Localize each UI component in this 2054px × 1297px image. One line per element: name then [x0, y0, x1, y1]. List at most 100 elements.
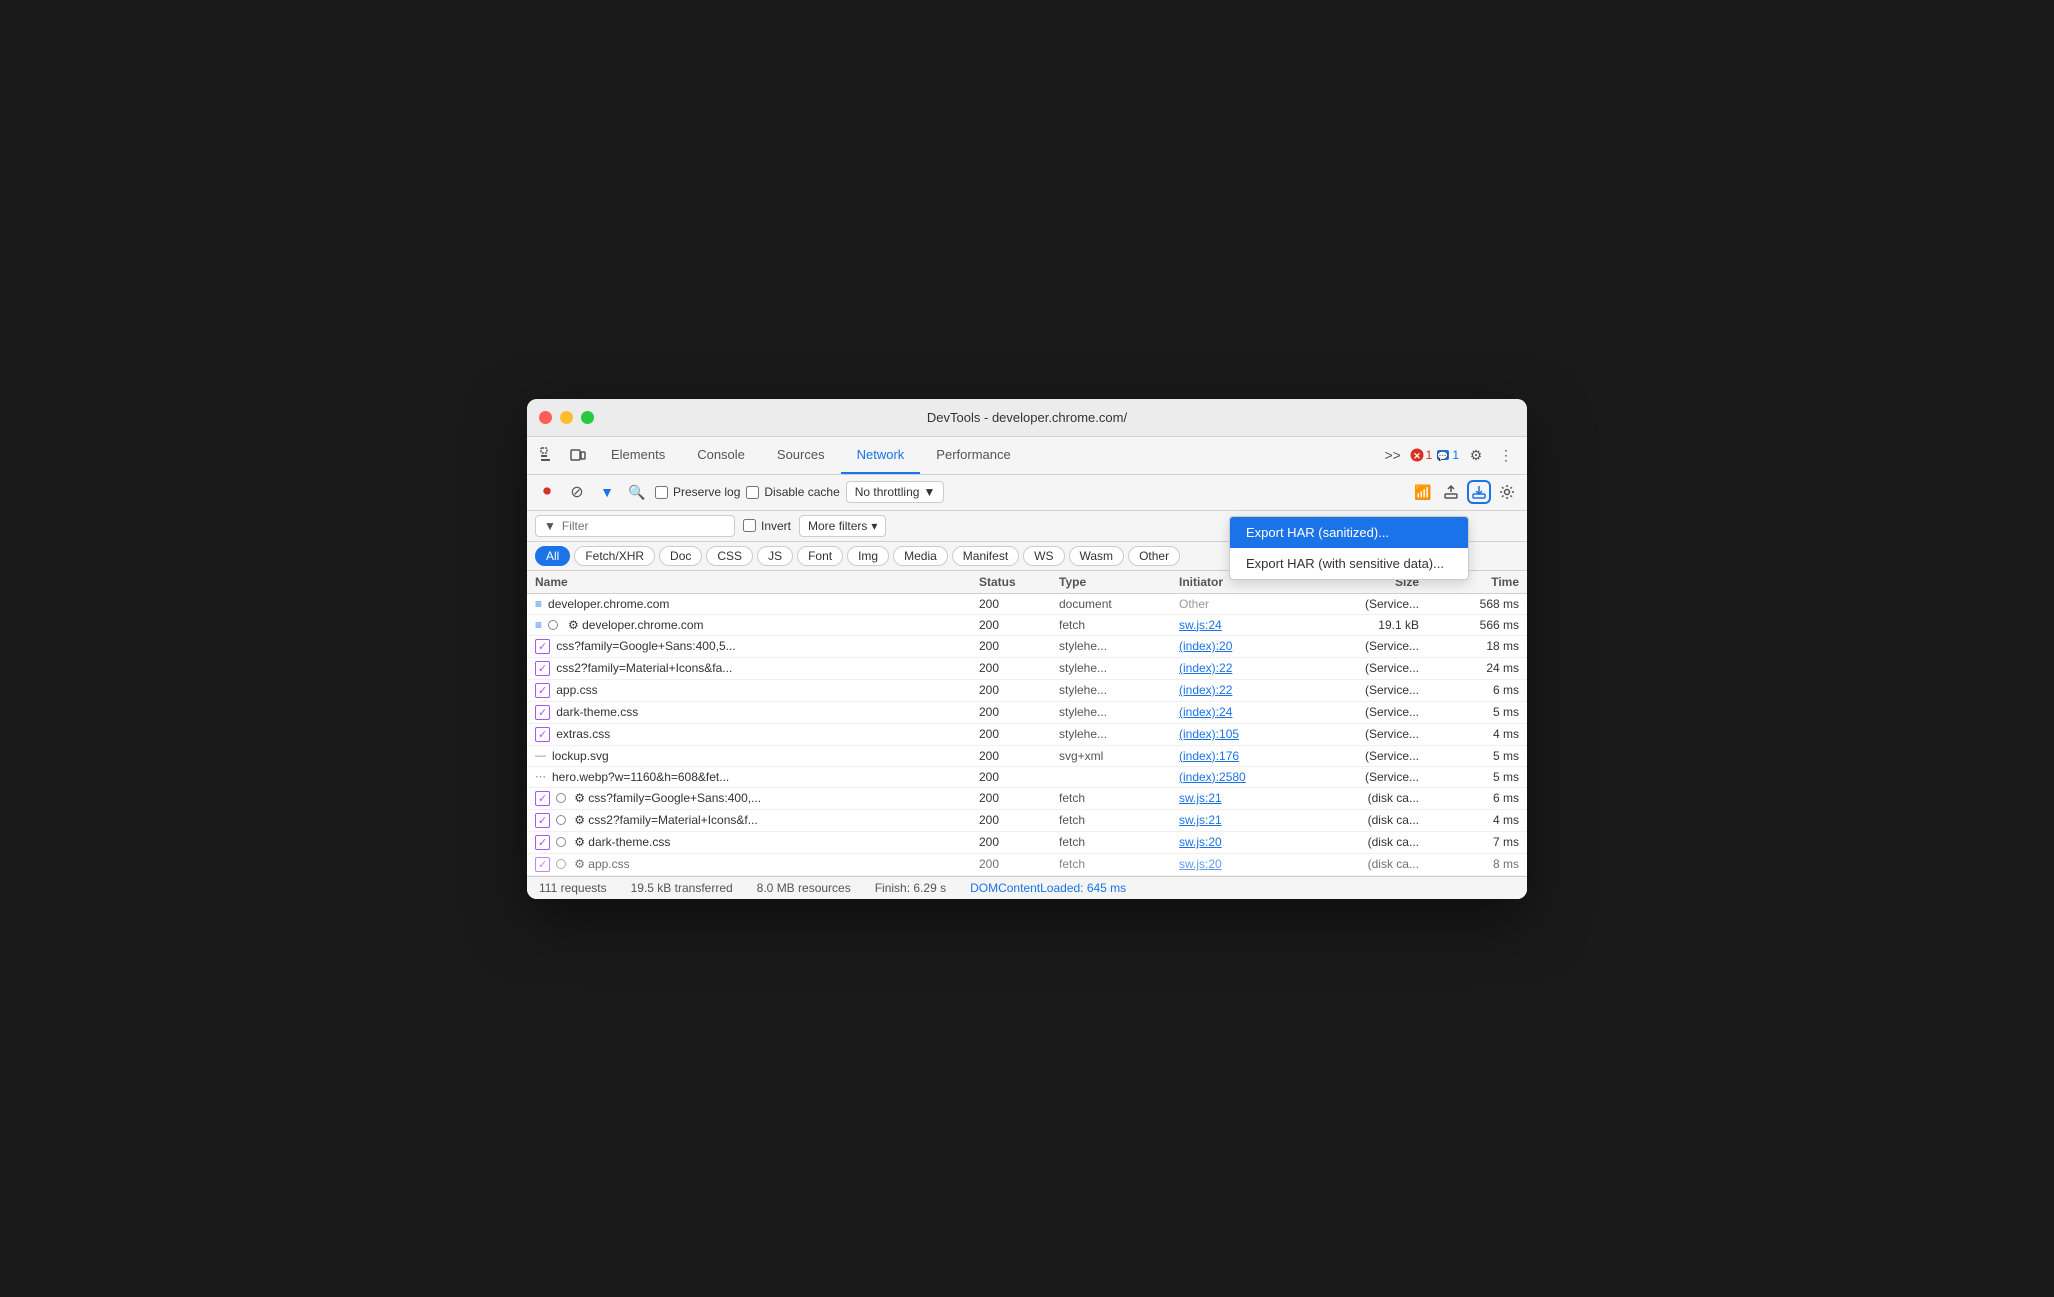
invert-label[interactable]: Invert	[743, 519, 791, 533]
settings-gear-icon[interactable]	[1495, 480, 1519, 504]
tab-elements[interactable]: Elements	[595, 436, 681, 474]
filter-funnel-icon: ▼	[544, 519, 556, 533]
table-row[interactable]: ⋯ hero.webp?w=1160&h=608&fet... 200 (ind…	[527, 767, 1527, 788]
table-row[interactable]: ✓ extras.css 200 stylehe... (index):105 …	[527, 724, 1527, 746]
status-bar: 111 requests 19.5 kB transferred 8.0 MB …	[527, 876, 1527, 899]
css-icon: ✓	[535, 857, 550, 872]
type-btn-doc[interactable]: Doc	[659, 546, 702, 566]
more-filters-button[interactable]: More filters ▾	[799, 515, 886, 537]
maximize-button[interactable]	[581, 411, 594, 424]
type-btn-other[interactable]: Other	[1128, 546, 1180, 566]
table-row[interactable]: ✓ ⚙ dark-theme.css 200 fetch sw.js:20 (d…	[527, 832, 1527, 854]
type-btn-img[interactable]: Img	[847, 546, 889, 566]
svg-text:💬: 💬	[1438, 450, 1449, 461]
img-icon: ⋯	[535, 770, 546, 783]
row-name: ≡ developer.chrome.com	[535, 597, 979, 611]
device-toggle-icon[interactable]	[565, 442, 591, 468]
row-name: ✓ ⚙ css?family=Google+Sans:400,...	[535, 791, 979, 806]
filter-icon-btn[interactable]: ▼	[595, 480, 619, 504]
more-tabs-button[interactable]: >>	[1380, 442, 1406, 468]
filter-input-container[interactable]: ▼	[535, 515, 735, 537]
row-name: ✓ css2?family=Material+Icons&fa...	[535, 661, 979, 676]
export-har-sensitive-item[interactable]: Export HAR (with sensitive data)...	[1230, 548, 1468, 579]
invert-checkbox[interactable]	[743, 519, 756, 532]
disable-cache-checkbox[interactable]	[746, 486, 759, 499]
row-name: ✓ ⚙ dark-theme.css	[535, 835, 979, 850]
table-row[interactable]: ✓ ⚙ app.css 200 fetch sw.js:20 (disk ca.…	[527, 854, 1527, 876]
warn-badge: 💬 1	[1436, 448, 1459, 462]
top-toolbar: Elements Console Sources Network Perform…	[527, 437, 1527, 475]
row-name: ✓ ⚙ app.css	[535, 857, 979, 872]
wifi-icon[interactable]: 📶	[1411, 480, 1435, 504]
title-bar: DevTools - developer.chrome.com/	[527, 399, 1527, 437]
svg-text:✕: ✕	[1413, 451, 1421, 461]
throttle-selector[interactable]: No throttling ▼	[846, 481, 945, 503]
tab-sources[interactable]: Sources	[761, 436, 841, 474]
type-btn-js[interactable]: JS	[757, 546, 793, 566]
preserve-log-checkbox[interactable]	[655, 486, 668, 499]
network-table: Name Status Type Initiator Size Time ≡ d…	[527, 571, 1527, 876]
toolbar-right-controls: 📶	[1411, 480, 1519, 504]
download-har-button[interactable]	[1467, 480, 1491, 504]
col-type: Type	[1059, 575, 1179, 589]
type-btn-font[interactable]: Font	[797, 546, 843, 566]
clear-button[interactable]: ⊘	[565, 480, 589, 504]
upload-icon[interactable]	[1439, 480, 1463, 504]
type-btn-ws[interactable]: WS	[1023, 546, 1064, 566]
css-icon: ✓	[535, 813, 550, 828]
table-row[interactable]: ≡ ⚙ developer.chrome.com 200 fetch sw.js…	[527, 615, 1527, 636]
row-name: ✓ extras.css	[535, 727, 979, 742]
settings-icon[interactable]: ⚙	[1463, 442, 1489, 468]
table-row[interactable]: ✓ ⚙ css?family=Google+Sans:400,... 200 f…	[527, 788, 1527, 810]
type-btn-wasm[interactable]: Wasm	[1069, 546, 1125, 566]
table-row[interactable]: ✓ dark-theme.css 200 stylehe... (index):…	[527, 702, 1527, 724]
devtools-content: Elements Console Sources Network Perform…	[527, 437, 1527, 899]
more-options-icon[interactable]: ⋮	[1493, 442, 1519, 468]
table-row[interactable]: — lockup.svg 200 svg+xml (index):176 (Se…	[527, 746, 1527, 767]
table-row[interactable]: ✓ css2?family=Material+Icons&fa... 200 s…	[527, 658, 1527, 680]
close-button[interactable]	[539, 411, 552, 424]
transferred-size: 19.5 kB transferred	[631, 881, 733, 895]
row-name: — lockup.svg	[535, 749, 979, 763]
inspect-element-icon[interactable]	[535, 442, 561, 468]
finish-time: Finish: 6.29 s	[875, 881, 946, 895]
tab-console[interactable]: Console	[681, 436, 761, 474]
export-har-sanitized-item[interactable]: Export HAR (sanitized)...	[1230, 517, 1468, 548]
type-btn-all[interactable]: All	[535, 546, 570, 566]
search-button[interactable]: 🔍	[625, 480, 649, 504]
row-name: ✓ ⚙ css2?family=Material+Icons&f...	[535, 813, 979, 828]
row-name: ⋯ hero.webp?w=1160&h=608&fet...	[535, 770, 979, 784]
preserve-log-label[interactable]: Preserve log	[655, 485, 740, 499]
devtools-window: DevTools - developer.chrome.com/ Eleme	[527, 399, 1527, 899]
col-name: Name	[535, 575, 979, 589]
table-row[interactable]: ✓ css?family=Google+Sans:400,5... 200 st…	[527, 636, 1527, 658]
type-btn-manifest[interactable]: Manifest	[952, 546, 1019, 566]
type-btn-fetch-xhr[interactable]: Fetch/XHR	[574, 546, 655, 566]
row-name: ✓ app.css	[535, 683, 979, 698]
tab-network[interactable]: Network	[841, 436, 921, 474]
table-row[interactable]: ≡ developer.chrome.com 200 document Othe…	[527, 594, 1527, 615]
main-tab-list: Elements Console Sources Network Perform…	[595, 436, 1376, 474]
error-badge: ✕ 1	[1410, 448, 1433, 462]
css-icon: ✓	[535, 727, 550, 742]
request-count: 111 requests	[539, 881, 607, 895]
minimize-button[interactable]	[560, 411, 573, 424]
css-icon: ✓	[535, 683, 550, 698]
network-controls-toolbar: ⏺ ⊘ ▼ 🔍 Preserve log Disable cache No th…	[527, 475, 1527, 511]
css-icon: ✓	[535, 661, 550, 676]
window-title: DevTools - developer.chrome.com/	[927, 410, 1127, 425]
row-name: ≡ ⚙ developer.chrome.com	[535, 618, 979, 632]
table-row[interactable]: ✓ ⚙ css2?family=Material+Icons&f... 200 …	[527, 810, 1527, 832]
disable-cache-label[interactable]: Disable cache	[746, 485, 839, 499]
filter-text-input[interactable]	[562, 519, 712, 533]
record-button[interactable]: ⏺	[535, 480, 559, 504]
doc-icon: ≡	[535, 618, 542, 632]
css-icon: ✓	[535, 639, 550, 654]
type-btn-media[interactable]: Media	[893, 546, 948, 566]
row-name: ✓ dark-theme.css	[535, 705, 979, 720]
table-row[interactable]: ✓ app.css 200 stylehe... (index):22 (Ser…	[527, 680, 1527, 702]
tab-performance[interactable]: Performance	[920, 436, 1026, 474]
dom-content-loaded: DOMContentLoaded: 645 ms	[970, 881, 1126, 895]
css-icon: ✓	[535, 705, 550, 720]
type-btn-css[interactable]: CSS	[706, 546, 753, 566]
